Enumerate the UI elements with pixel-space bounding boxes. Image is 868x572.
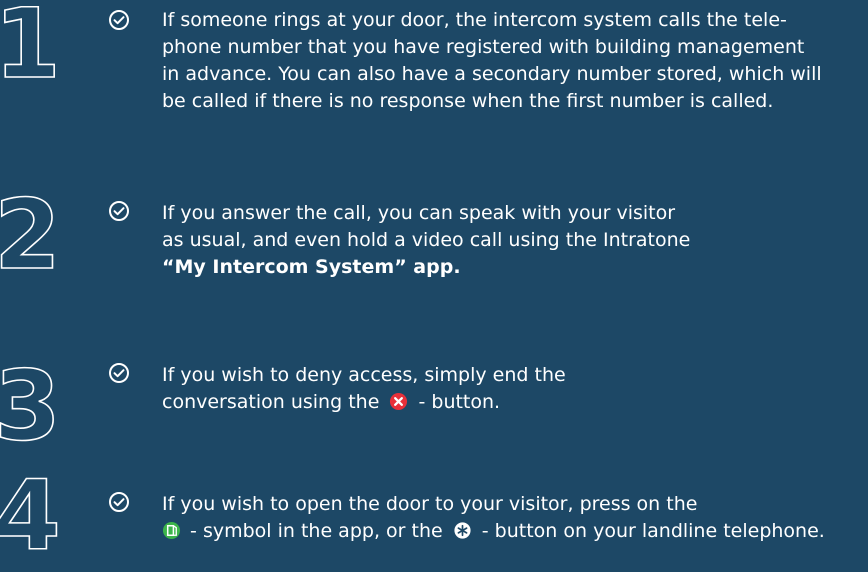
step-2-app-name: “My Intercom System” app. (162, 256, 461, 278)
step-3-text: If you wish to deny access, simply end t… (162, 362, 862, 416)
red-x-icon (390, 392, 408, 411)
step-4-line-2-part-2: - button on your landline telephone. (481, 520, 825, 542)
step-2-text: If you answer the call, you can speak wi… (162, 200, 862, 281)
step-number-4: 4 (0, 460, 62, 572)
step-1-line-3: in advance. You can also have a secondar… (162, 63, 822, 85)
step-1-text: If someone rings at your door, the inter… (162, 7, 862, 115)
step-3-line-2-after: - button. (418, 391, 501, 413)
step-1-line-2: phone number that you have registered wi… (162, 36, 805, 58)
step-4-text: If you wish to open the door to your vis… (162, 491, 862, 545)
check-circle-icon (109, 492, 129, 512)
step-3-line-1: If you wish to deny access, simply end t… (162, 364, 566, 386)
star-key-icon (454, 522, 471, 539)
step-number-3: 3 (0, 350, 62, 462)
step-4-line-2-part-1: - symbol in the app, or the (190, 520, 443, 542)
step-4-line-1: If you wish to open the door to your vis… (162, 493, 698, 515)
step-2-line-2: as usual, and even hold a video call usi… (162, 229, 691, 251)
step-2-line-1: If you answer the call, you can speak wi… (162, 202, 676, 224)
check-circle-icon (109, 201, 129, 221)
check-circle-icon (109, 363, 129, 383)
step-1-line-4: be called if there is no response when t… (162, 90, 774, 112)
step-3-line-2: conversation using the - button. (162, 389, 862, 416)
step-number-1: 1 (0, 0, 62, 100)
green-door-icon (162, 521, 181, 540)
check-circle-icon (109, 10, 129, 30)
step-number-2: 2 (0, 179, 62, 291)
step-3-line-2-before: conversation using the (162, 391, 380, 413)
step-4-line-2: - symbol in the app, or the - button on … (162, 518, 862, 545)
step-1-line-1: If someone rings at your door, the inter… (162, 9, 787, 31)
